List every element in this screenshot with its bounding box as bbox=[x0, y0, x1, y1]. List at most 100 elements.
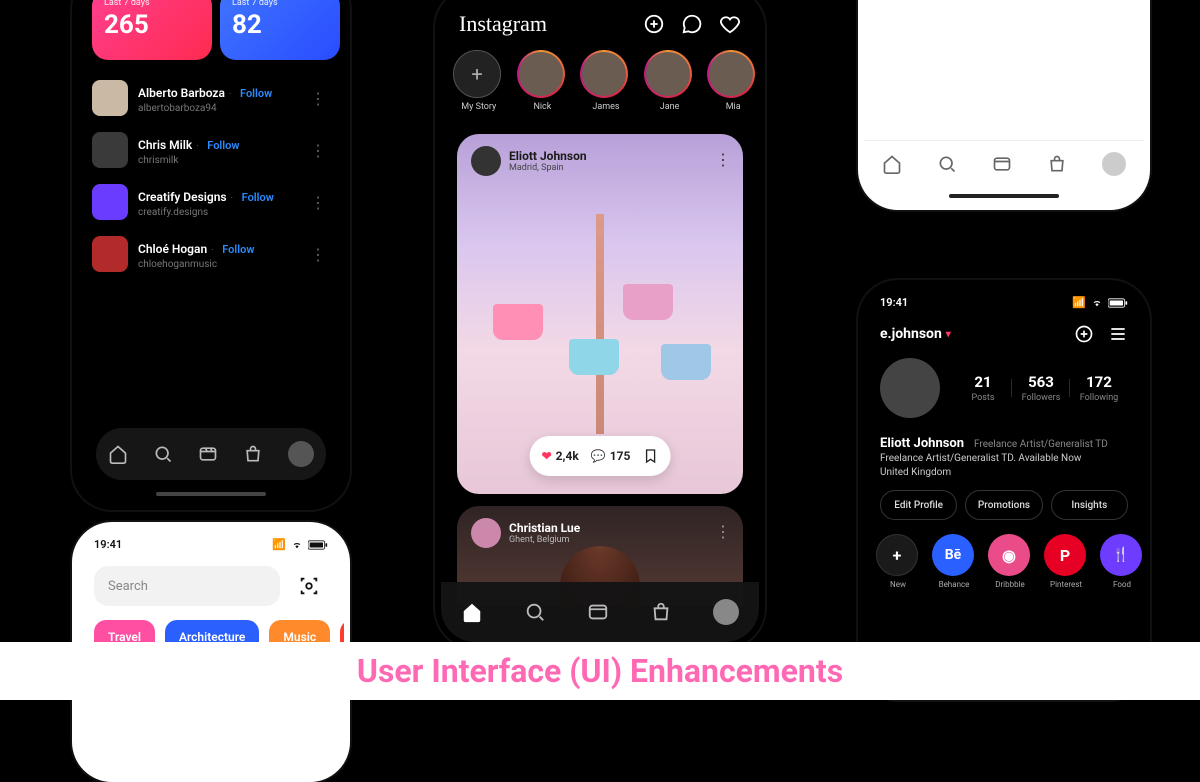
story-my[interactable]: + My Story bbox=[453, 50, 505, 112]
username-switch[interactable]: e.johnson ▾ bbox=[880, 326, 951, 342]
highlight-pinterest[interactable]: P Pinterest bbox=[1044, 534, 1088, 589]
user-handle: chrismilk bbox=[138, 155, 306, 166]
story-label: My Story bbox=[453, 102, 505, 112]
avatar[interactable] bbox=[92, 236, 128, 272]
brand-logo[interactable]: Instagram bbox=[459, 11, 627, 37]
add-icon[interactable] bbox=[1074, 324, 1094, 344]
nav-search-icon[interactable] bbox=[153, 444, 173, 464]
follow-row[interactable]: Alberto Barboza · Follow albertobarboza9… bbox=[92, 72, 330, 124]
stat-card-2-value: 82 bbox=[232, 10, 328, 40]
stat-posts[interactable]: 21 Posts bbox=[954, 373, 1012, 403]
illustration-gondola bbox=[661, 344, 711, 380]
status-bar: 19:41 📶 bbox=[880, 296, 1128, 309]
phone-profile: 19:41 📶 e.johnson ▾ 21 Posts 563 Followe… bbox=[858, 280, 1150, 700]
nav-avatar[interactable] bbox=[713, 599, 739, 625]
stat-card-1[interactable]: Last 7 days 265 bbox=[92, 0, 212, 60]
insights-button[interactable]: Insights bbox=[1051, 490, 1128, 520]
nav-shop-icon[interactable] bbox=[650, 601, 672, 623]
stories-tray[interactable]: + My Story Nick James Jane Mia bbox=[453, 50, 759, 112]
profile-role: Freelance Artist/Generalist TD bbox=[974, 439, 1108, 450]
follow-link[interactable]: Follow bbox=[207, 139, 239, 152]
follow-link[interactable]: Follow bbox=[242, 191, 274, 204]
follow-row[interactable]: Chloé Hogan · Follow chloehoganmusic ⋮ bbox=[878, 0, 1130, 8]
comment-icon: 💬 bbox=[591, 449, 606, 463]
story-label: Nick bbox=[517, 102, 569, 112]
nav-search-icon[interactable] bbox=[937, 154, 957, 174]
user-name: Creatify Designs bbox=[138, 190, 227, 204]
avatar[interactable] bbox=[92, 80, 128, 116]
more-icon[interactable]: ⋮ bbox=[715, 522, 731, 541]
avatar[interactable] bbox=[471, 146, 501, 176]
follow-row[interactable]: Chloé Hogan · Follow chloehoganmusic ⋮ bbox=[92, 228, 330, 280]
post-author: Christian Lue bbox=[509, 521, 580, 535]
battery-icon bbox=[1108, 298, 1128, 308]
nav-home-icon[interactable] bbox=[108, 444, 128, 464]
stat-following[interactable]: 172 Following bbox=[1070, 373, 1128, 403]
search-input[interactable]: Search bbox=[94, 566, 280, 606]
add-icon[interactable] bbox=[643, 13, 665, 35]
caption-text: User Interface (UI) Enhancements bbox=[357, 652, 843, 690]
comment-button[interactable]: 💬 175 bbox=[591, 449, 631, 463]
scan-icon[interactable] bbox=[290, 567, 328, 605]
like-button[interactable]: ❤ 2,4k bbox=[542, 449, 579, 463]
stat-card-2[interactable]: Last 7 days 82 bbox=[220, 0, 340, 60]
profile-bio: Freelance Artist/Generalist TD. Availabl… bbox=[880, 452, 1128, 480]
nav-reels-icon[interactable] bbox=[992, 154, 1012, 174]
nav-search-icon[interactable] bbox=[524, 601, 546, 623]
illustration-pole bbox=[596, 214, 604, 434]
nav-shop-icon[interactable] bbox=[1047, 154, 1067, 174]
dot: · bbox=[229, 89, 234, 100]
edit-profile-button[interactable]: Edit Profile bbox=[880, 490, 957, 520]
more-icon[interactable]: ⋮ bbox=[306, 141, 330, 160]
nav-reels-icon[interactable] bbox=[587, 601, 609, 623]
follow-row[interactable]: Creatify Designs · Follow creatify.desig… bbox=[92, 176, 330, 228]
messenger-icon[interactable] bbox=[681, 13, 703, 35]
caption-bar: User Interface (UI) Enhancements bbox=[0, 642, 1200, 700]
more-icon[interactable]: ⋮ bbox=[306, 193, 330, 212]
follow-row[interactable]: Chris Milk · Follow chrismilk ⋮ bbox=[92, 124, 330, 176]
follow-link[interactable]: Follow bbox=[240, 87, 272, 100]
highlights-tray[interactable]: + New Bē Behance ◉ Dribbble P Pinterest … bbox=[876, 534, 1144, 589]
highlight-dribbble[interactable]: ◉ Dribbble bbox=[988, 534, 1032, 589]
nav-shop-icon[interactable] bbox=[243, 444, 263, 464]
illustration-gondola bbox=[493, 304, 543, 340]
profile-buttons: Edit Profile Promotions Insights bbox=[880, 490, 1128, 520]
more-icon[interactable]: ⋮ bbox=[715, 150, 731, 169]
nav-reels-icon[interactable] bbox=[198, 444, 218, 464]
follow-link[interactable]: Follow bbox=[222, 243, 254, 256]
chevron-down-icon: ▾ bbox=[946, 329, 951, 340]
highlight-food[interactable]: 🍴 Food bbox=[1100, 534, 1144, 589]
avatar[interactable] bbox=[92, 132, 128, 168]
nav-avatar[interactable] bbox=[1102, 152, 1126, 176]
story-item[interactable]: James bbox=[580, 50, 632, 112]
save-button[interactable] bbox=[642, 448, 658, 464]
story-item[interactable]: Nick bbox=[517, 50, 569, 112]
more-icon[interactable]: ⋮ bbox=[306, 245, 330, 264]
avatar[interactable] bbox=[471, 518, 501, 548]
heart-icon[interactable] bbox=[719, 13, 741, 35]
nav-home-icon[interactable] bbox=[882, 154, 902, 174]
feed-post[interactable]: Eliott Johnson Madrid, Spain ⋮ ❤ 2,4k 💬 … bbox=[457, 134, 743, 494]
post-header[interactable]: Eliott Johnson Madrid, Spain bbox=[471, 146, 587, 176]
story-item[interactable]: Mia bbox=[707, 50, 759, 112]
status-time: 19:41 bbox=[94, 538, 122, 551]
highlight-new[interactable]: + New bbox=[876, 534, 920, 589]
nav-home-icon[interactable] bbox=[461, 601, 483, 623]
promotions-button[interactable]: Promotions bbox=[965, 490, 1042, 520]
profile-avatar[interactable] bbox=[880, 358, 940, 418]
user-name: Chloé Hogan bbox=[138, 242, 207, 256]
menu-icon[interactable] bbox=[1108, 324, 1128, 344]
post-actions: ❤ 2,4k 💬 175 bbox=[530, 436, 671, 476]
heart-icon: ❤ bbox=[542, 449, 552, 463]
nav-avatar[interactable] bbox=[288, 441, 314, 467]
stat-followers[interactable]: 563 Followers bbox=[1012, 373, 1070, 403]
avatar[interactable] bbox=[92, 184, 128, 220]
story-label: Jane bbox=[644, 102, 696, 112]
highlight-behance[interactable]: Bē Behance bbox=[932, 534, 976, 589]
search-placeholder: Search bbox=[108, 579, 148, 594]
story-item[interactable]: Jane bbox=[644, 50, 696, 112]
profile-stats-row: 21 Posts 563 Followers 172 Following bbox=[880, 358, 1128, 418]
more-icon[interactable]: ⋮ bbox=[306, 89, 330, 108]
user-name: Alberto Barboza bbox=[138, 86, 225, 100]
display-name: Eliott Johnson bbox=[880, 436, 964, 451]
